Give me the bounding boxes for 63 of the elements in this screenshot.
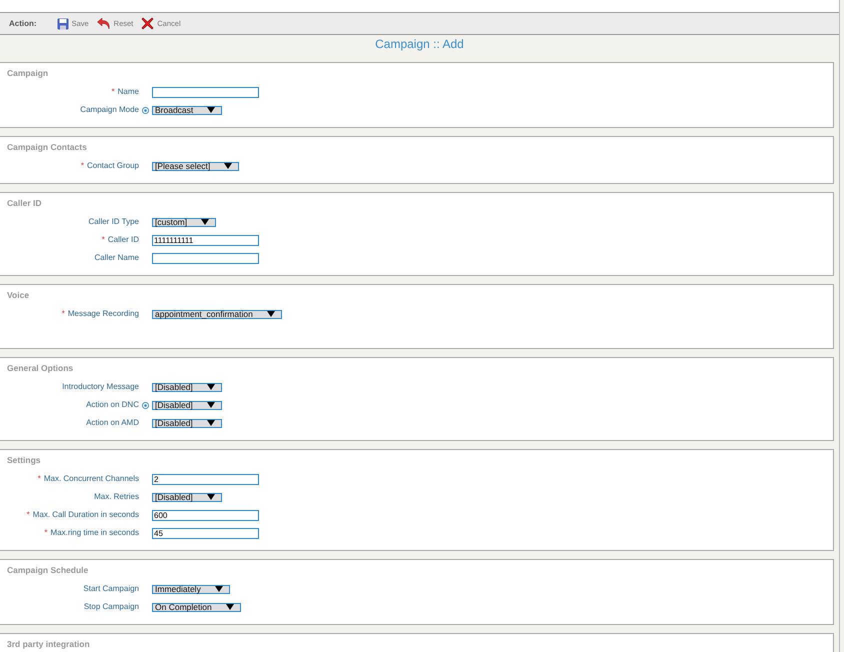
section-title: Settings: [6, 455, 42, 465]
text-field[interactable]: 45: [152, 528, 259, 538]
field-label: Max. Retries: [94, 491, 139, 503]
section-title: Campaign: [6, 68, 50, 78]
section-title: Voice: [6, 290, 30, 300]
caret-icon: [201, 219, 210, 225]
section-title: Campaign Schedule: [6, 565, 90, 575]
caret-icon: [207, 107, 216, 113]
field-label: Caller ID Type: [88, 216, 139, 228]
caret-icon: [206, 402, 215, 408]
field-label: Introductory Message: [62, 381, 139, 393]
field-label: Caller ID: [108, 234, 139, 246]
page-title: Campaign :: Add: [374, 36, 465, 53]
caret-icon: [206, 420, 215, 426]
section-title: General Options: [6, 363, 74, 373]
text-field[interactable]: [152, 252, 259, 264]
field-label: Name: [118, 86, 139, 98]
dropdown-select[interactable]: [Disabled]: [152, 400, 222, 410]
field-label: Caller Name: [94, 252, 139, 264]
field-label: Max.ring time in seconds: [50, 527, 139, 539]
text-field[interactable]: 600: [152, 510, 259, 520]
dropdown-select[interactable]: [Please select]: [152, 162, 240, 170]
dropdown-select[interactable]: Broadcast: [152, 106, 222, 114]
text-field[interactable]: 2: [152, 474, 259, 484]
required-asterisk: *: [80, 160, 84, 172]
help-icon[interactable]: [142, 106, 149, 114]
caret-icon: [206, 494, 215, 500]
section-title: Caller ID: [6, 198, 42, 208]
section-title: 3rd party integration: [6, 639, 91, 649]
required-asterisk: *: [26, 509, 30, 521]
field-label: Stop Campaign: [84, 601, 139, 613]
required-asterisk: *: [62, 308, 65, 320]
dropdown-select[interactable]: appointment_confirmation: [152, 310, 282, 318]
caret-icon: [266, 311, 275, 317]
required-asterisk: *: [44, 527, 48, 539]
field-label: Action on AMD: [86, 417, 139, 429]
dropdown-select[interactable]: Immediately: [152, 584, 230, 594]
curved-arrow-icon: [96, 17, 111, 30]
help-icon[interactable]: [142, 402, 149, 408]
caret-icon: [214, 586, 223, 592]
text-field[interactable]: 1111111111: [152, 234, 259, 246]
x-mark-icon: [141, 17, 154, 30]
required-asterisk: *: [112, 86, 115, 98]
field-label: Campaign Mode: [80, 104, 139, 116]
action-label: Action:: [9, 18, 37, 30]
field-label: Max. Concurrent Channels: [44, 473, 139, 485]
caret-icon: [206, 384, 215, 390]
field-label: Max. Call Duration in seconds: [32, 509, 139, 521]
field-label: Contact Group: [86, 160, 139, 172]
required-asterisk: *: [38, 473, 41, 485]
required-asterisk: *: [102, 234, 105, 246]
dropdown-select[interactable]: [custom]: [152, 218, 216, 226]
field-label: Start Campaign: [83, 583, 139, 595]
caret-icon: [226, 604, 234, 610]
dropdown-select[interactable]: [Disabled]: [152, 418, 222, 428]
dropdown-select[interactable]: On Completion: [152, 602, 241, 612]
section-title: Campaign Contacts: [6, 142, 88, 152]
field-label: Message Recording: [68, 308, 139, 320]
text-field[interactable]: [152, 86, 259, 98]
dropdown-select[interactable]: [Disabled]: [152, 382, 222, 392]
caret-icon: [224, 163, 232, 169]
dropdown-select[interactable]: [Disabled]: [152, 492, 222, 502]
field-label: Action on DNC: [86, 399, 139, 411]
